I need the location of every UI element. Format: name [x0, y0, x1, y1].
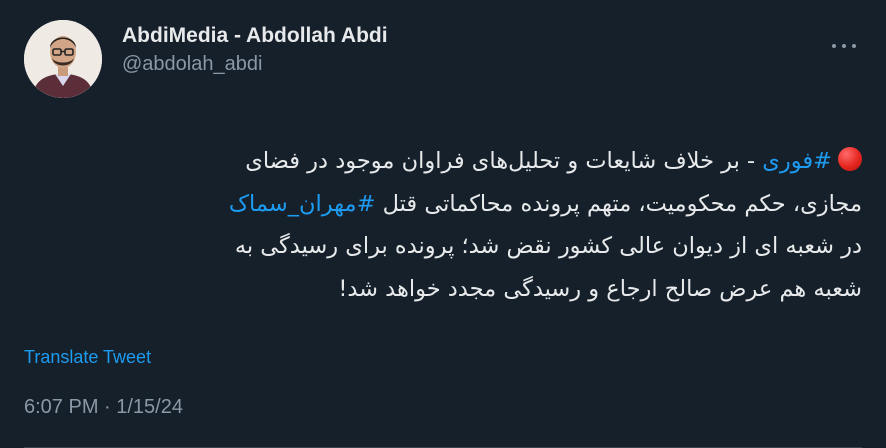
more-dot-icon [832, 44, 836, 48]
display-name[interactable]: AbdiMedia - Abdollah Abdi [122, 23, 388, 49]
author-names: AbdiMedia - Abdollah Abdi @abdolah_abdi [122, 23, 388, 77]
more-dot-icon [842, 44, 846, 48]
hashtag-link[interactable]: #مهران_سماک [229, 191, 376, 217]
more-options-button[interactable] [832, 36, 856, 56]
avatar[interactable] [24, 20, 102, 98]
tweet-line-4: شعبه هم عرض صالح ارجاع و رسیدگی مجدد خوا… [338, 275, 862, 302]
profile-photo-icon [24, 20, 102, 98]
tweet-line-2: مجازی، حکم محکومیت، متهم پرونده محاکماتی… [24, 183, 862, 226]
tweet-text: #فوری - بر خلاف شایعات و تحلیل‌های فراوا… [24, 140, 862, 310]
tweet-line-1: #فوری - بر خلاف شایعات و تحلیل‌های فراوا… [24, 140, 862, 183]
tweet-header: AbdiMedia - Abdollah Abdi @abdolah_abdi [24, 20, 388, 98]
more-dot-icon [852, 44, 856, 48]
tweet-text-segment: - بر خلاف شایعات و تحلیل‌های فراوان موجو… [245, 148, 763, 174]
red-circle-icon [838, 147, 862, 171]
tweet-line-3: در شعبه ای از دیوان عالی کشور نقض شد؛ پر… [234, 233, 862, 259]
user-handle[interactable]: @abdolah_abdi [122, 51, 388, 77]
tweet-card: AbdiMedia - Abdollah Abdi @abdolah_abdi … [0, 0, 886, 448]
tweet-text-segment: مجازی، حکم محکومیت، متهم پرونده محاکماتی… [375, 190, 862, 217]
translate-tweet-link[interactable]: Translate Tweet [24, 347, 151, 368]
hashtag-link[interactable]: #فوری [762, 148, 832, 174]
tweet-timestamp[interactable]: 6:07 PM · 1/15/24 [24, 396, 183, 419]
